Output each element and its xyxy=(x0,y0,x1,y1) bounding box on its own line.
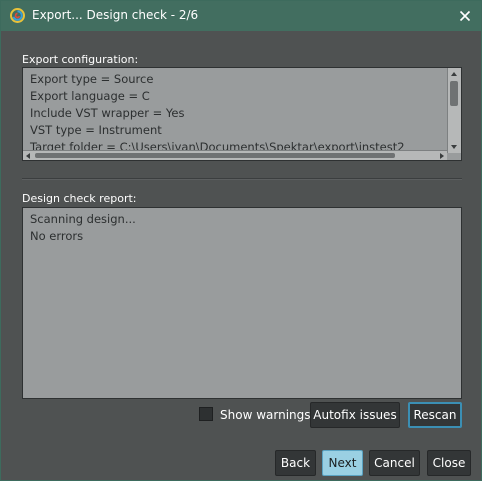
vertical-scrollbar[interactable] xyxy=(447,68,461,153)
export-configuration-lines: Export type = Source Export language = C… xyxy=(23,71,453,151)
cancel-button[interactable]: Cancel xyxy=(369,450,420,476)
config-line: Include VST wrapper = Yes xyxy=(30,106,185,120)
spiral-app-icon xyxy=(10,8,25,23)
export-dialog: Export... Design check - 2/6 Export conf… xyxy=(0,0,482,481)
report-line: Scanning design... xyxy=(30,212,136,226)
rescan-button[interactable]: Rescan xyxy=(408,402,462,428)
section-divider xyxy=(22,178,462,180)
export-configuration-box[interactable]: Export type = Source Export language = C… xyxy=(22,67,462,161)
report-line: No errors xyxy=(30,229,84,243)
export-configuration-label: Export configuration: xyxy=(22,53,139,66)
scroll-up-icon[interactable] xyxy=(451,72,457,76)
scroll-down-icon[interactable] xyxy=(451,145,457,149)
show-warnings-label[interactable]: Show warnings xyxy=(220,408,311,422)
back-button[interactable]: Back xyxy=(275,450,316,476)
close-button[interactable]: Close xyxy=(427,450,471,476)
config-line: Export type = Source xyxy=(30,72,154,86)
config-line: Export language = C xyxy=(30,89,150,103)
horizontal-scrollbar[interactable] xyxy=(23,150,447,160)
close-icon[interactable] xyxy=(456,7,474,25)
next-button[interactable]: Next xyxy=(322,450,363,476)
window-title: Export... Design check - 2/6 xyxy=(32,8,199,22)
scroll-left-icon[interactable] xyxy=(26,153,30,159)
autofix-issues-button[interactable]: Autofix issues xyxy=(310,402,400,428)
scroll-right-icon[interactable] xyxy=(440,153,444,159)
vertical-scroll-thumb[interactable] xyxy=(450,81,458,106)
show-warnings-checkbox[interactable] xyxy=(199,407,213,421)
design-check-report-label: Design check report: xyxy=(22,192,137,205)
design-check-report-box[interactable]: Scanning design... No errors xyxy=(22,207,462,399)
horizontal-scroll-thumb[interactable] xyxy=(35,153,395,158)
config-line: VST type = Instrument xyxy=(30,123,162,137)
title-bar[interactable]: Export... Design check - 2/6 xyxy=(1,1,481,31)
